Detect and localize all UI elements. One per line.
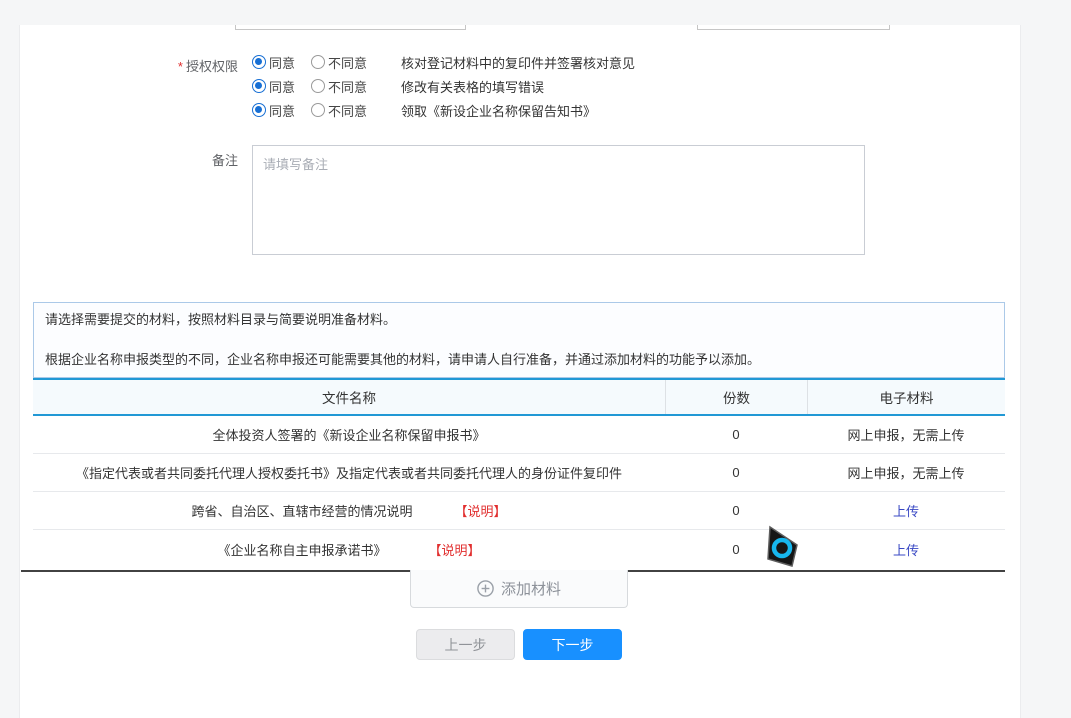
authorization-options: 同意 不同意 核对登记材料中的复印件并签署核对意见 同意 不同意 修改有关表格的…: [252, 50, 635, 122]
remark-field-label: 备注: [110, 150, 238, 169]
explanation-link[interactable]: 【说明】: [455, 501, 507, 520]
authorization-option-row: 同意 不同意 核对登记材料中的复印件并签署核对意见: [252, 50, 635, 74]
document-name: 全体投资人签署的《新设企业名称保留申报书》: [212, 425, 485, 444]
explanation-link[interactable]: 【说明】: [429, 540, 481, 559]
previous-step-button[interactable]: 上一步: [416, 629, 515, 660]
radio-agree-option-1[interactable]: 同意: [252, 53, 295, 72]
document-name: 《指定代表或者共同委托代理人授权委托书》及指定代表或者共同委托代理人的身份证件复…: [76, 463, 622, 482]
disagree-label: 不同意: [328, 53, 367, 72]
remark-textarea[interactable]: [252, 145, 865, 255]
next-step-button[interactable]: 下一步: [523, 629, 622, 660]
radio-disagree-option-2[interactable]: 不同意: [311, 77, 367, 96]
document-name: 跨省、自治区、直辖市经营的情况说明: [191, 501, 412, 520]
materials-table: 文件名称 份数 电子材料 全体投资人签署的《新设企业名称保留申报书》 0 网上申…: [33, 378, 1005, 568]
header-electronic: 电子材料: [807, 380, 1005, 414]
agree-label: 同意: [269, 53, 295, 72]
disagree-label: 不同意: [328, 77, 367, 96]
authorization-option-row: 同意 不同意 修改有关表格的填写错误: [252, 74, 635, 98]
radio-selected-icon[interactable]: [252, 79, 266, 93]
radio-unselected-icon[interactable]: [311, 55, 325, 69]
table-row: 《指定代表或者共同委托代理人授权委托书》及指定代表或者共同委托代理人的身份证件复…: [33, 454, 1005, 492]
radio-unselected-icon[interactable]: [311, 79, 325, 93]
electronic-status: 网上申报，无需上传: [807, 416, 1005, 453]
authorization-description: 领取《新设企业名称保留告知书》: [401, 101, 596, 120]
table-row: 《企业名称自主申报承诺书》 【说明】 0 上传: [33, 530, 1005, 568]
enterprise-name-declaration-form: *授权权限 同意 不同意 核对登记材料中的复印件并签署核对意见 同意 不同意 修…: [0, 0, 1071, 718]
authorization-label-text: 授权权限: [186, 59, 238, 74]
authorization-field-label: *授权权限: [110, 56, 238, 75]
radio-selected-icon[interactable]: [252, 103, 266, 117]
notice-line: 根据企业名称申报类型的不同，企业名称申报还可能需要其他的材料，请申请人自行准备，…: [45, 352, 993, 367]
table-row: 跨省、自治区、直辖市经营的情况说明 【说明】 0 上传: [33, 492, 1005, 530]
electronic-status: 网上申报，无需上传: [807, 454, 1005, 491]
materials-notice-box: 请选择需要提交的材料，按照材料目录与简要说明准备材料。 根据企业名称申报类型的不…: [33, 302, 1005, 378]
authorization-description: 修改有关表格的填写错误: [401, 77, 544, 96]
radio-selected-icon[interactable]: [252, 55, 266, 69]
agree-label: 同意: [269, 77, 295, 96]
agree-label: 同意: [269, 101, 295, 120]
required-asterisk: *: [178, 59, 183, 74]
document-name: 《企业名称自主申报承诺书》: [217, 540, 386, 559]
upload-link[interactable]: 上传: [893, 501, 919, 520]
left-margin-strip: [0, 25, 20, 718]
add-material-button[interactable]: 添加材料: [410, 570, 628, 608]
notice-line: 请选择需要提交的材料，按照材料目录与简要说明准备材料。: [45, 312, 993, 327]
right-margin-strip: [1020, 25, 1071, 718]
copies-count: 0: [665, 416, 807, 453]
radio-disagree-option-1[interactable]: 不同意: [311, 53, 367, 72]
radio-disagree-option-3[interactable]: 不同意: [311, 101, 367, 120]
header-copies: 份数: [665, 380, 807, 414]
radio-unselected-icon[interactable]: [311, 103, 325, 117]
authorization-option-row: 同意 不同意 领取《新设企业名称保留告知书》: [252, 98, 635, 122]
table-header-row: 文件名称 份数 电子材料: [33, 378, 1005, 416]
disagree-label: 不同意: [328, 101, 367, 120]
add-circle-icon: [477, 580, 494, 597]
upload-link[interactable]: 上传: [893, 540, 919, 559]
add-material-label: 添加材料: [501, 578, 561, 599]
authorization-description: 核对登记材料中的复印件并签署核对意见: [401, 53, 635, 72]
copies-count: 0: [665, 454, 807, 491]
top-margin-strip: [0, 0, 1071, 25]
radio-agree-option-3[interactable]: 同意: [252, 101, 295, 120]
table-row: 全体投资人签署的《新设企业名称保留申报书》 0 网上申报，无需上传: [33, 416, 1005, 454]
header-file-name: 文件名称: [33, 380, 665, 414]
radio-agree-option-2[interactable]: 同意: [252, 77, 295, 96]
busy-cursor-icon: [760, 524, 802, 570]
